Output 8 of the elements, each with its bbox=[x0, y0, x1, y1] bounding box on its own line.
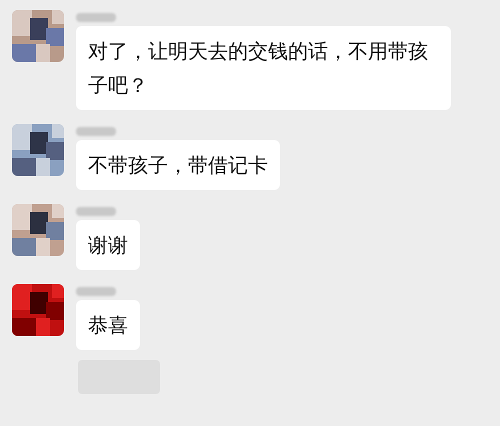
message-bubble: 恭喜 bbox=[76, 300, 140, 350]
message-bubble: 谢谢 bbox=[76, 220, 140, 270]
blurred-name bbox=[76, 13, 116, 22]
blurred-name bbox=[76, 287, 116, 296]
message-bubble: 不带孩子，带借记卡 bbox=[76, 140, 280, 190]
message-bubble: 对了，让明天去的交钱的话，不用带孩子吧？ bbox=[76, 26, 451, 110]
blurred-name bbox=[76, 207, 116, 216]
blurred-name bbox=[76, 127, 116, 136]
